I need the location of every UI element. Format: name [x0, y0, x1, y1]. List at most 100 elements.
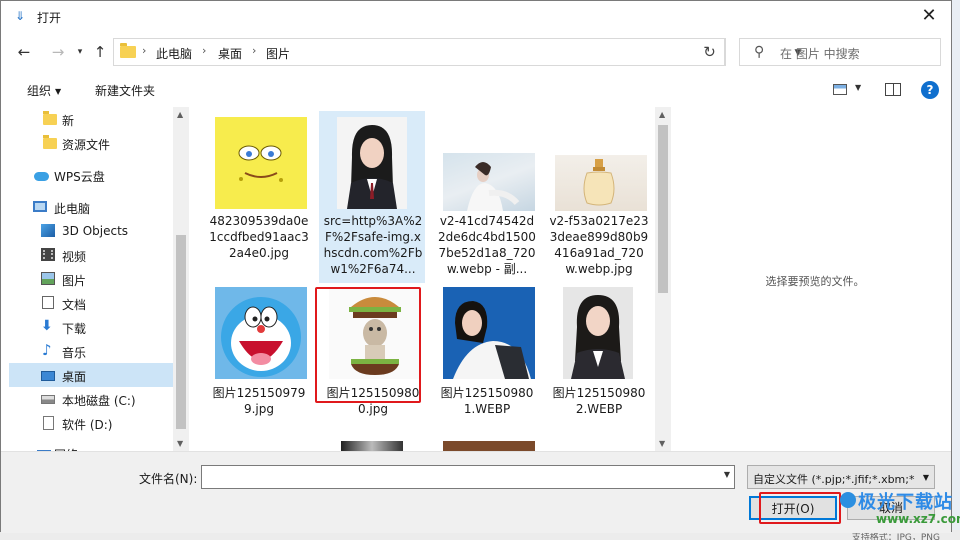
dialog-title: 打开	[37, 11, 62, 25]
sidebar-item-label: 软件 (D:)	[62, 418, 113, 432]
command-bar: 组织 ▼ 新建文件夹 ▼ ?	[1, 77, 951, 103]
file-item[interactable]	[319, 439, 425, 451]
back-button[interactable]: ←	[13, 41, 35, 63]
chevron-right-icon: ›	[202, 44, 207, 57]
download-icon: ⬇	[41, 318, 53, 334]
title-bar: ⇓ 打开 ✕	[1, 1, 951, 33]
change-view-icon[interactable]	[833, 84, 847, 95]
sidebar-item-resource-files[interactable]: 资源文件	[9, 131, 173, 155]
navigation-pane: 新 资源文件 WPS云盘 此电脑 3D Objects 视频 图片 文档 ⬇ 下…	[9, 107, 189, 451]
search-icon: ⚲	[754, 44, 765, 60]
file-thumbnail	[337, 117, 407, 209]
documents-icon	[42, 296, 54, 309]
file-name: 图片1251509799.jpg	[212, 386, 306, 416]
scroll-up-icon[interactable]: ▲	[177, 110, 183, 119]
sidebar-item-local-disk-c[interactable]: 本地磁盘 (C:)	[9, 387, 173, 411]
organize-button[interactable]: 组织 ▼	[27, 82, 61, 99]
dialog-footer: 文件名(N): ▼ 自定义文件 (*.pjp;*.jfif;*.xbm;* ▼ …	[1, 451, 951, 533]
file-item[interactable]: 图片1251509801.WEBP	[433, 283, 539, 451]
sidebar-item-software-d[interactable]: 软件 (D:)	[9, 411, 173, 435]
sidebar-item-videos[interactable]: 视频	[9, 243, 173, 267]
file-thumbnail	[341, 441, 403, 451]
scroll-down-icon[interactable]: ▼	[177, 439, 183, 448]
sidebar-item-label: 音乐	[62, 346, 87, 360]
sidebar-item-wps-cloud[interactable]: WPS云盘	[9, 163, 173, 187]
scrollbar-thumb[interactable]	[176, 235, 186, 429]
desktop-icon	[41, 371, 55, 381]
file-item[interactable]: 482309539da0e1ccdfbed91aac32a4e0.jpg	[205, 111, 311, 279]
breadcrumb-pictures[interactable]: 图片	[266, 45, 290, 62]
file-thumbnail	[563, 287, 633, 379]
highlight-box	[759, 492, 841, 524]
file-type-select[interactable]: 自定义文件 (*.pjp;*.jfif;*.xbm;* ▼	[747, 465, 935, 489]
file-item[interactable]: v2-f53a0217e233deae899d80b9416a91ad_720w…	[545, 111, 651, 279]
background-app	[952, 0, 960, 540]
forward-button[interactable]: →	[47, 41, 69, 63]
computer-icon	[33, 201, 47, 212]
refresh-button[interactable]: ↻	[694, 38, 726, 66]
sidebar-item-music[interactable]: ♪ 音乐	[9, 339, 173, 363]
sidebar-item-label: 下载	[62, 322, 87, 336]
file-name: src=http%3A%2F%2Fsafe-img.xhscdn.com%2Fb…	[323, 214, 423, 276]
watermark-logo-icon	[840, 492, 856, 508]
file-item[interactable]	[433, 439, 539, 451]
file-name: 图片1251509801.WEBP	[440, 386, 534, 416]
sidebar-scrollbar[interactable]: ▲ ▼	[173, 107, 189, 451]
file-item[interactable]: 图片1251509802.WEBP	[545, 283, 651, 451]
sidebar-item-new[interactable]: 新	[9, 107, 173, 131]
scrollbar-thumb[interactable]	[658, 125, 668, 293]
file-item[interactable]: v2-41cd74542d2de6dc4bd15007be52d1a8_720w…	[433, 111, 539, 279]
new-folder-button[interactable]: 新建文件夹	[95, 82, 155, 99]
search-box[interactable]: ⚲ 在 图片 中搜索	[739, 38, 941, 66]
sidebar-item-pictures[interactable]: 图片	[9, 267, 173, 291]
recent-locations-button[interactable]: ▾	[69, 41, 91, 63]
breadcrumb-this-pc[interactable]: 此电脑	[156, 45, 192, 62]
caret-down-icon: ▼	[55, 87, 62, 96]
preview-pane-icon[interactable]	[885, 83, 901, 96]
chevron-down-icon: ▼	[922, 473, 929, 482]
breadcrumb-desktop[interactable]: 桌面	[218, 45, 242, 62]
drive-icon	[43, 416, 54, 430]
close-button[interactable]: ✕	[907, 1, 951, 31]
sidebar-item-this-pc[interactable]: 此电脑	[9, 195, 173, 219]
address-bar[interactable]: › 此电脑 › 桌面 › 图片 ▼	[113, 38, 801, 66]
sidebar-item-downloads[interactable]: ⬇ 下载	[9, 315, 173, 339]
up-button[interactable]: ↑	[89, 41, 111, 63]
scroll-down-icon[interactable]: ▼	[659, 439, 665, 448]
highlight-box	[315, 287, 421, 403]
navigation-bar: ← → ▾ ↑ › 此电脑 › 桌面 › 图片 ▼ ↻ ⚲ 在 图片 中搜索	[1, 35, 951, 69]
preview-placeholder: 选择要预览的文件。	[765, 275, 865, 288]
sidebar-item-label: 此电脑	[54, 202, 91, 216]
file-thumbnail	[443, 153, 535, 211]
sidebar-item-label: 本地磁盘 (C:)	[62, 394, 136, 408]
file-list-scrollbar[interactable]: ▲ ▼	[655, 107, 671, 451]
disk-icon	[41, 395, 55, 404]
music-icon: ♪	[42, 341, 52, 359]
file-thumbnail	[555, 155, 647, 211]
sidebar-item-label: 文档	[62, 298, 87, 312]
chevron-down-icon[interactable]: ▼	[724, 470, 730, 479]
view-options-caret-icon[interactable]: ▼	[855, 83, 861, 92]
sidebar-item-label: 资源文件	[62, 138, 111, 152]
help-icon[interactable]: ?	[921, 81, 939, 99]
filename-input[interactable]: ▼	[201, 465, 735, 489]
scroll-up-icon[interactable]: ▲	[659, 110, 665, 119]
sidebar-item-desktop[interactable]: 桌面	[9, 363, 173, 387]
cloud-icon	[34, 172, 49, 181]
file-name: 图片1251509802.WEBP	[552, 386, 646, 416]
video-icon	[41, 248, 55, 261]
file-item[interactable]: 图片1251509799.jpg	[205, 283, 311, 451]
folder-icon	[120, 43, 136, 58]
file-thumbnail	[215, 117, 307, 209]
sidebar-item-network[interactable]: 网络	[9, 441, 173, 451]
sidebar-item-label: 视频	[62, 250, 87, 264]
filename-label: 文件名(N):	[139, 472, 198, 486]
file-name: v2-f53a0217e233deae899d80b9416a91ad_720w…	[549, 214, 649, 276]
sidebar-item-documents[interactable]: 文档	[9, 291, 173, 315]
file-item[interactable]: src=http%3A%2F%2Fsafe-img.xhscdn.com%2Fb…	[319, 111, 425, 283]
file-thumbnail	[443, 441, 535, 451]
sidebar-item-3d-objects[interactable]: 3D Objects	[9, 219, 173, 243]
organize-label: 组织	[27, 84, 52, 98]
watermark: 极光下载站 www.xz7.com	[840, 488, 960, 532]
watermark-title: 极光下载站	[858, 492, 953, 513]
